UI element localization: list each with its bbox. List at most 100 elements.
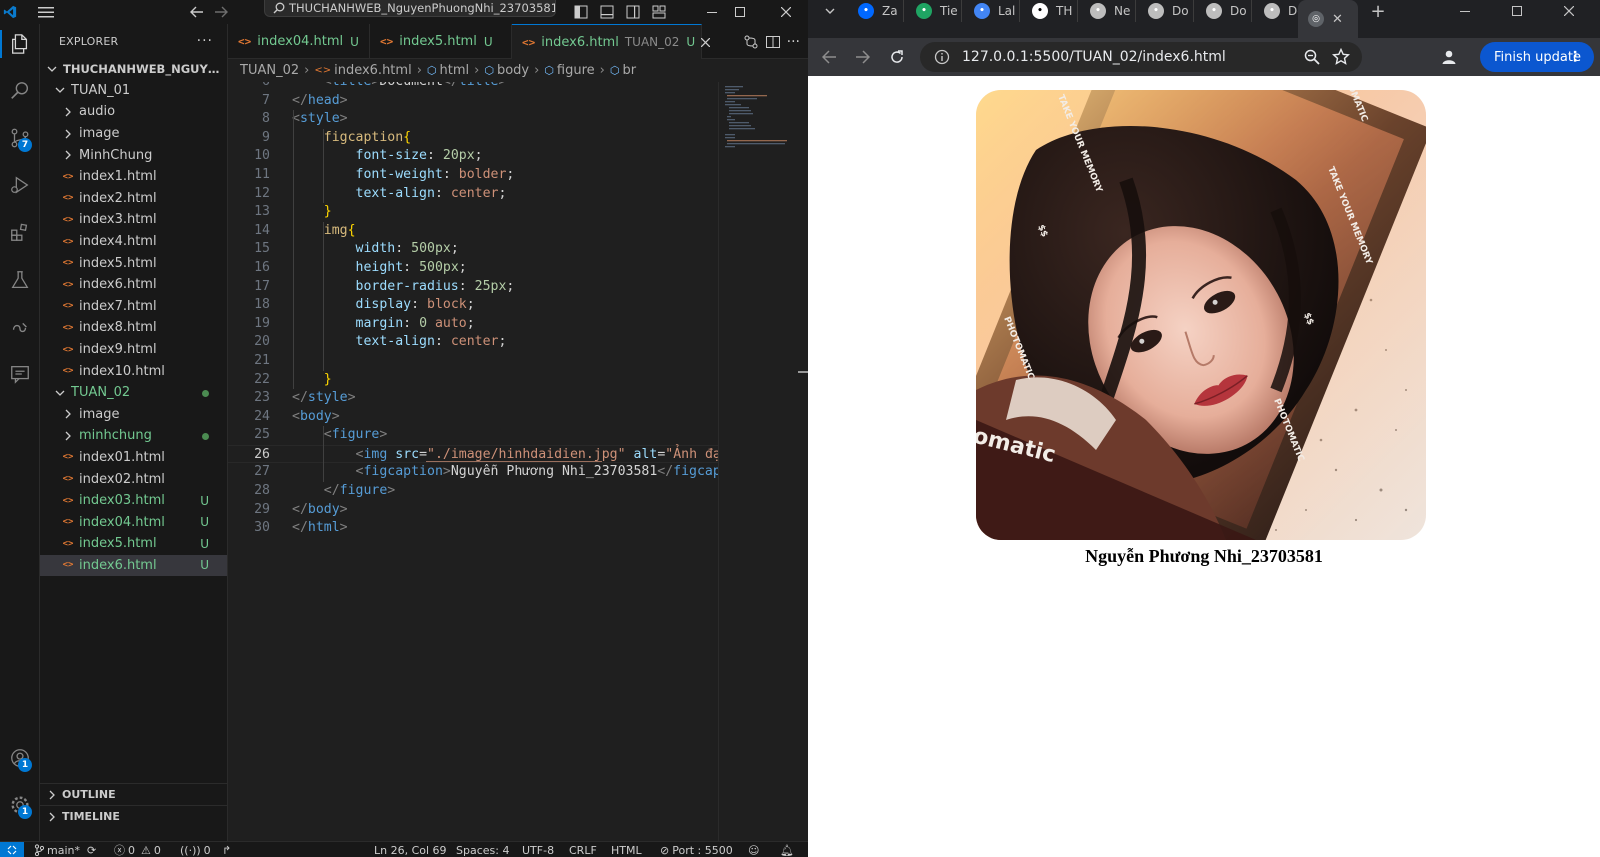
settings-gear-icon[interactable]: 1 <box>0 785 40 825</box>
open-changes-icon[interactable] <box>743 34 759 50</box>
maximize-icon[interactable] <box>1500 0 1534 22</box>
toggle-secondary-sidebar-icon[interactable] <box>622 0 644 24</box>
cursor-position[interactable]: Ln 26, Col 69 <box>374 842 447 857</box>
file-item[interactable]: <> index1.html <box>40 166 227 188</box>
indentation[interactable]: Spaces: 4 <box>456 842 509 857</box>
folder-item[interactable]: TUAN_02 <box>40 382 227 404</box>
chrome-tab[interactable]: • Tie <box>906 0 962 22</box>
file-item[interactable]: <> index5.html U <box>40 533 227 555</box>
remote-explorer-icon[interactable] <box>0 307 40 347</box>
file-item[interactable]: <> index5.html <box>40 252 227 274</box>
forward-icon[interactable] <box>210 0 232 24</box>
breadcrumb-item[interactable]: html <box>440 63 470 78</box>
root-folder[interactable]: THUCHANHWEB_NGUYENPH... <box>40 58 227 80</box>
file-item[interactable]: <> index6.html U <box>40 554 227 577</box>
live-share-icon[interactable]: ↱ <box>222 842 231 857</box>
live-share-chat-icon[interactable] <box>0 354 40 394</box>
file-item[interactable]: <> index2.html <box>40 188 227 210</box>
folder-item[interactable]: image <box>40 404 227 426</box>
command-center[interactable]: THUCHANHWEB_NguyenPhuongNhi_23703581 <box>264 0 556 17</box>
breadcrumb-item[interactable]: TUAN_02 <box>240 63 299 78</box>
minimap[interactable] <box>718 82 798 841</box>
forward-icon[interactable] <box>848 42 878 72</box>
folder-item[interactable]: TUAN_01 <box>40 80 227 102</box>
reload-icon[interactable] <box>882 42 912 72</box>
file-item[interactable]: <> index6.html <box>40 274 227 296</box>
maximize-icon[interactable] <box>718 0 762 24</box>
chrome-tab[interactable]: • TH <box>1022 0 1078 22</box>
breadcrumb-item[interactable]: index6.html <box>334 63 412 78</box>
editor-tab[interactable]: <> index6.html TUAN_02 U <box>512 24 711 59</box>
file-item[interactable]: <> index7.html <box>40 296 227 318</box>
more-actions-icon[interactable]: ··· <box>787 34 800 50</box>
explorer-icon[interactable] <box>0 24 40 64</box>
breadcrumb-item[interactable]: br <box>622 63 636 78</box>
toggle-panel-icon[interactable] <box>596 0 618 24</box>
minimize-icon[interactable] <box>1448 0 1482 22</box>
language-mode[interactable]: HTML <box>611 842 642 857</box>
tab-search-icon[interactable] <box>818 0 842 22</box>
close-icon[interactable] <box>764 0 808 24</box>
outline-section[interactable]: OUTLINE <box>40 783 227 805</box>
chrome-tab[interactable]: • Do <box>1138 0 1194 22</box>
chrome-tab[interactable]: • Za <box>848 0 904 22</box>
accounts-icon[interactable]: 1 <box>0 738 40 778</box>
toggle-sidebar-icon[interactable] <box>570 0 592 24</box>
editor-scrollbar[interactable] <box>798 82 808 841</box>
ports-status[interactable]: ((·)) 0 <box>180 842 211 857</box>
chrome-tab[interactable]: • Lal <box>964 0 1020 22</box>
bookmark-star-icon[interactable] <box>1332 48 1350 66</box>
file-item[interactable]: <> index10.html <box>40 360 227 382</box>
folder-item[interactable]: minhchung <box>40 425 227 447</box>
editor-tab[interactable]: <> index04.html U <box>228 24 370 59</box>
new-tab-icon[interactable]: + <box>1364 0 1392 22</box>
testing-icon[interactable] <box>0 260 40 300</box>
close-tab-icon[interactable] <box>701 37 711 47</box>
folder-item[interactable]: MinhChung <box>40 144 227 166</box>
chrome-tab-active[interactable]: ◎ ✕ <box>1298 0 1358 38</box>
file-item[interactable]: <> index4.html <box>40 231 227 253</box>
file-item[interactable]: <> index8.html <box>40 317 227 339</box>
branch-status[interactable]: main* ⟳ <box>34 842 96 857</box>
profile-avatar-icon[interactable] <box>1434 42 1464 72</box>
zoom-icon[interactable] <box>1304 49 1320 65</box>
file-item[interactable]: <> index04.html U <box>40 511 227 533</box>
back-icon[interactable] <box>186 0 208 24</box>
breadcrumb-item[interactable]: figure <box>557 63 595 78</box>
site-info-icon[interactable] <box>934 49 950 65</box>
editor-tab[interactable]: <> index5.html U <box>370 24 512 59</box>
problems-status[interactable]: ⓧ 0 ⚠ 0 <box>114 842 161 857</box>
remote-indicator-icon[interactable] <box>0 842 24 857</box>
line-endings[interactable]: CRLF <box>569 842 597 857</box>
back-icon[interactable] <box>814 42 844 72</box>
file-item[interactable]: <> index03.html U <box>40 490 227 512</box>
run-debug-icon[interactable] <box>0 165 40 205</box>
file-item[interactable]: <> index01.html <box>40 447 227 469</box>
sync-icon[interactable]: ⟳ <box>87 844 96 857</box>
chrome-tab[interactable]: • Do <box>1196 0 1252 22</box>
chrome-tab[interactable]: • Ne <box>1080 0 1136 22</box>
finish-update-button[interactable]: Finish update ⋮ <box>1480 42 1594 72</box>
code-editor[interactable]: 6 <title>Document</title>7</head>8<style… <box>228 82 718 841</box>
file-item[interactable]: <> index02.html <box>40 468 227 490</box>
menu-icon[interactable] <box>32 0 60 24</box>
timeline-section[interactable]: TIMELINE <box>40 805 227 827</box>
split-editor-icon[interactable] <box>765 34 781 50</box>
breadcrumb-item[interactable]: body <box>497 63 529 78</box>
copilot-icon[interactable]: ☺ <box>748 842 759 857</box>
close-icon[interactable] <box>1552 0 1586 22</box>
file-item[interactable]: <> index9.html <box>40 339 227 361</box>
live-server-status[interactable]: ⊘ Port : 5500 <box>660 842 733 857</box>
close-tab-icon[interactable]: ✕ <box>1332 12 1343 27</box>
search-icon[interactable] <box>0 71 40 111</box>
source-control-icon[interactable]: 7 <box>0 118 40 158</box>
extensions-icon[interactable] <box>0 212 40 252</box>
encoding[interactable]: UTF-8 <box>522 842 554 857</box>
notifications-icon[interactable]: 🔔︎ <box>780 842 794 857</box>
folder-item[interactable]: image <box>40 123 227 145</box>
more-actions-icon[interactable]: ··· <box>197 33 213 49</box>
address-bar[interactable]: 127.0.0.1:5500/TUAN_02/index6.html <box>920 42 1362 72</box>
folder-item[interactable]: audio <box>40 101 227 123</box>
customize-layout-icon[interactable] <box>648 0 670 24</box>
file-item[interactable]: <> index3.html <box>40 209 227 231</box>
